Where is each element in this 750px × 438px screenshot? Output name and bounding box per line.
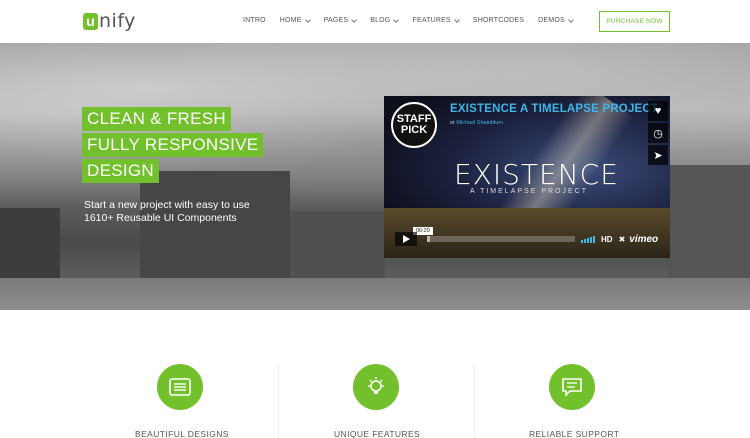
video-player[interactable]: STAFF PICK EXISTENCE A TIMELAPSE PROJECT…: [384, 96, 670, 258]
clock-icon: ◷: [653, 127, 663, 140]
video-sub-title: A TIMELAPSE PROJECT: [469, 188, 588, 195]
nav-label: INTRO: [243, 17, 266, 24]
video-byline: or Michael Shainblum: [450, 120, 503, 126]
volume-icon[interactable]: [581, 235, 596, 243]
features-section: BEAUTIFUL DESIGNS UNIQUE FEATURES RELIAB…: [0, 310, 750, 438]
feature-title-unique-features: UNIQUE FEATURES: [334, 429, 421, 438]
nav-label: FEATURES: [412, 17, 451, 24]
feature-divider: [278, 364, 279, 438]
vimeo-logo[interactable]: vimeo: [629, 234, 658, 245]
hero-plaza: [0, 278, 750, 310]
lightbulb-icon: [353, 364, 399, 410]
chevron-down-icon: [393, 16, 400, 23]
main-nav: INTRO HOME PAGES BLOG FEATURES SHORTCODE…: [243, 16, 587, 24]
hero-tagline-line-3: DESIGN: [82, 159, 159, 183]
send-icon: ➤: [653, 149, 663, 162]
staff-pick-badge[interactable]: STAFF PICK: [391, 102, 437, 148]
video-controls: HD ✖ vimeo: [395, 232, 667, 246]
share-button[interactable]: ➤: [648, 145, 668, 165]
video-progress-fill: [427, 236, 430, 242]
hero-tagline-line-1: CLEAN & FRESH: [82, 107, 231, 131]
nav-item-shortcodes[interactable]: SHORTCODES: [473, 17, 524, 24]
hero-subtext: Start a new project with easy to use 161…: [84, 199, 250, 224]
chevron-down-icon: [351, 16, 358, 23]
play-button[interactable]: [395, 232, 417, 246]
nav-label: BLOG: [370, 17, 391, 24]
like-button[interactable]: ♥: [648, 101, 668, 121]
nav-item-intro[interactable]: INTRO: [243, 17, 266, 24]
feature-title-reliable-support: RELIABLE SUPPORT: [529, 429, 620, 438]
byline-author[interactable]: Michael Shainblum: [456, 120, 502, 126]
nav-item-features[interactable]: FEATURES: [412, 16, 460, 24]
nav-item-pages[interactable]: PAGES: [323, 16, 358, 24]
watch-later-button[interactable]: ◷: [648, 123, 668, 143]
nav-item-blog[interactable]: BLOG: [370, 16, 400, 24]
nav-item-demos[interactable]: DEMOS: [538, 16, 574, 24]
video-progress-track[interactable]: [427, 236, 575, 242]
feature-divider: [474, 364, 475, 438]
staff-pick-label: STAFF PICK: [396, 113, 432, 136]
layout-icon: [157, 364, 203, 410]
fullscreen-icon[interactable]: ✖: [619, 235, 626, 244]
chevron-down-icon: [454, 16, 460, 23]
hero-building-right: [668, 165, 750, 283]
video-big-title: EXISTENCE: [454, 158, 619, 191]
hero-section: CLEAN & FRESH FULLY RESPONSIVE DESIGN St…: [0, 43, 750, 310]
hero-building-left: [0, 208, 60, 283]
nav-label: DEMOS: [538, 17, 565, 24]
chevron-down-icon: [304, 16, 311, 23]
nav-label: SHORTCODES: [472, 17, 525, 24]
chat-icon: [549, 364, 595, 410]
heart-icon: ♥: [654, 105, 662, 117]
feature-title-beautiful-designs: BEAUTIFUL DESIGNS: [135, 429, 229, 438]
chevron-down-icon: [568, 16, 574, 23]
purchase-now-button[interactable]: PURCHASE NOW: [599, 11, 670, 32]
nav-item-home[interactable]: HOME: [279, 16, 311, 24]
logo[interactable]: u nify: [83, 8, 136, 34]
hero-building-mid: [290, 211, 385, 281]
hero-tagline-line-2: FULLY RESPONSIVE: [82, 133, 264, 157]
nav-label: PAGES: [323, 17, 349, 24]
video-title[interactable]: EXISTENCE A TIMELAPSE PROJECT: [450, 103, 658, 115]
play-icon: [402, 235, 410, 243]
hd-toggle[interactable]: HD: [601, 235, 613, 244]
logo-text: nify: [99, 10, 136, 32]
logo-mark: u: [83, 12, 98, 30]
hero-building-center: [140, 171, 290, 281]
nav-label: HOME: [279, 17, 302, 24]
site-header: u nify INTRO HOME PAGES BLOG FEATURES SH…: [0, 0, 750, 43]
byline-prefix: or: [450, 120, 455, 126]
